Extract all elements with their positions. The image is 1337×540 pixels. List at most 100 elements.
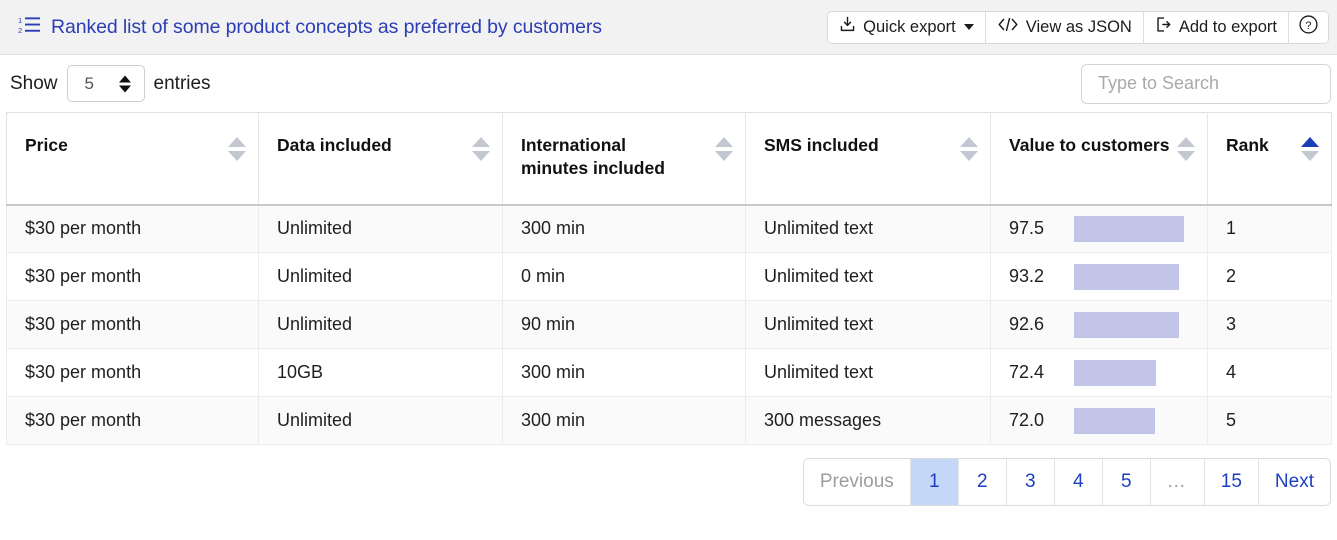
download-icon [839,16,856,38]
cell-international-minutes: 300 min [502,348,746,397]
cell-data-included: 10GB [258,348,503,397]
column-header-sms-included[interactable]: SMS included [745,112,991,206]
value-number: 72.0 [1009,410,1045,430]
search-box[interactable] [1081,63,1331,104]
column-label: Rank [1226,135,1269,155]
cell-rank: 4 [1207,348,1332,397]
cell-data-included: Unlimited [258,204,503,253]
table-body: $30 per month Unlimited 300 min Unlimited t… [6,204,1332,445]
pagination: Previous 1 2 3 4 5… 15 Next [802,458,1331,506]
column-label: Data included [277,135,392,155]
data-table-wrapper: Price Data included International minute… [0,112,1337,445]
cell-price: $30 per month [6,204,259,253]
cell-rank: 3 [1207,300,1332,349]
cell-value-to-customers: 92.6 [990,300,1208,349]
value-bar [1074,215,1185,242]
cell-international-minutes: 90 min [502,300,746,349]
pagination-page-4[interactable]: 4 [1054,459,1103,505]
pagination-page-5[interactable]: 5 [1102,459,1151,505]
page-size-select[interactable]: 5 [66,65,145,102]
code-icon [997,16,1019,38]
cell-data-included: Unlimited [258,396,503,445]
cell-sms-included: Unlimited text [745,348,991,397]
pagination-ellipsis: … [1150,459,1205,505]
quick-export-label: Quick export [863,17,956,36]
cell-data-included: Unlimited [258,252,503,301]
value-bar [1074,263,1180,290]
value-bar [1074,359,1156,386]
svg-text:2: 2 [18,26,22,35]
page-size-value: 5 [84,73,94,93]
export-arrow-icon [1155,16,1172,38]
updown-chevron-icon [118,75,131,92]
sort-toggle-price[interactable] [228,137,246,161]
pagination-previous: Previous [803,459,911,505]
entries-label: entries [153,72,211,94]
cell-price: $30 per month [6,252,259,301]
pagination-page-2[interactable]: 2 [958,459,1007,505]
ordered-list-icon: 1 2 [18,15,40,40]
sort-toggle-sms-included[interactable] [960,137,978,161]
value-number: 93.2 [1009,266,1045,286]
pagination-page-3[interactable]: 3 [1006,459,1055,505]
value-number: 72.4 [1009,362,1045,382]
cell-value-to-customers: 72.0 [990,396,1208,445]
table-controls: Show 5 entries [0,55,1337,112]
pagination-page-1[interactable]: 1 [910,459,959,505]
cell-value-to-customers: 97.5 [990,204,1208,253]
column-label: Value to customers [1009,135,1170,155]
svg-text:1: 1 [18,16,22,25]
cell-value-to-customers: 93.2 [990,252,1208,301]
column-header-rank[interactable]: Rank [1207,112,1332,206]
sort-toggle-value-to-customers[interactable] [1177,137,1195,161]
column-label: Price [25,135,68,155]
value-number: 92.6 [1009,314,1045,334]
pagination-page-15[interactable]: 15 [1204,459,1259,505]
column-header-value-to-customers[interactable]: Value to customers [990,112,1208,206]
view-as-json-button[interactable]: View as JSON [985,11,1144,43]
show-label: Show [10,72,58,94]
cell-international-minutes: 0 min [502,252,746,301]
sort-toggle-rank[interactable] [1301,137,1319,161]
table-row: $30 per month Unlimited 300 min Unlimited t… [6,204,1332,253]
table-row: $30 per month Unlimited 300 min 300 message… [6,396,1332,445]
pagination-row: Previous 1 2 3 4 5… 15 Next [0,445,1337,506]
column-label: SMS included [764,135,879,155]
value-number: 97.5 [1009,218,1045,239]
help-button[interactable]: ? [1289,11,1328,43]
cell-data-included: Unlimited [258,300,503,349]
cell-rank: 2 [1207,252,1332,301]
cell-rank: 5 [1207,396,1332,445]
panel-title-group: 1 2 Ranked list of some product concepts… [18,15,827,40]
show-entries-group: Show 5 entries [10,65,211,102]
sort-toggle-data-included[interactable] [472,137,490,161]
cell-price: $30 per month [6,300,259,349]
chevron-down-icon [963,24,974,30]
table-header: Price Data included International minute… [6,112,1332,206]
pagination-next[interactable]: Next [1258,459,1330,505]
cell-rank: 1 [1207,204,1332,253]
header-toolbar: Quick export View as JSON Add to export … [827,10,1329,44]
cell-sms-included: Unlimited text [745,300,991,349]
svg-text:?: ? [1305,20,1311,32]
add-to-export-label: Add to export [1178,17,1277,36]
panel-header: 1 2 Ranked list of some product concepts… [0,0,1337,55]
quick-export-button[interactable]: Quick export [828,11,986,43]
column-header-data-included[interactable]: Data included [258,112,503,206]
cell-price: $30 per month [6,348,259,397]
data-table: Price Data included International minute… [6,112,1332,445]
value-bar [1074,311,1179,338]
cell-value-to-customers: 72.4 [990,348,1208,397]
search-input[interactable] [1096,72,1316,95]
column-header-price[interactable]: Price [6,112,259,206]
cell-sms-included: 300 messages [745,396,991,445]
ranked-list-panel: 1 2 Ranked list of some product concepts… [0,0,1337,540]
value-bar [1074,407,1156,434]
table-row: $30 per month Unlimited 0 min Unlimited tex… [6,252,1332,301]
column-label: International minutes included [521,135,665,179]
question-circle-icon: ? [1298,14,1319,40]
page-title: Ranked list of some product concepts as … [51,15,602,38]
sort-toggle-international-minutes[interactable] [715,137,733,161]
column-header-international-minutes[interactable]: International minutes included [502,112,746,206]
add-to-export-button[interactable]: Add to export [1143,11,1289,43]
